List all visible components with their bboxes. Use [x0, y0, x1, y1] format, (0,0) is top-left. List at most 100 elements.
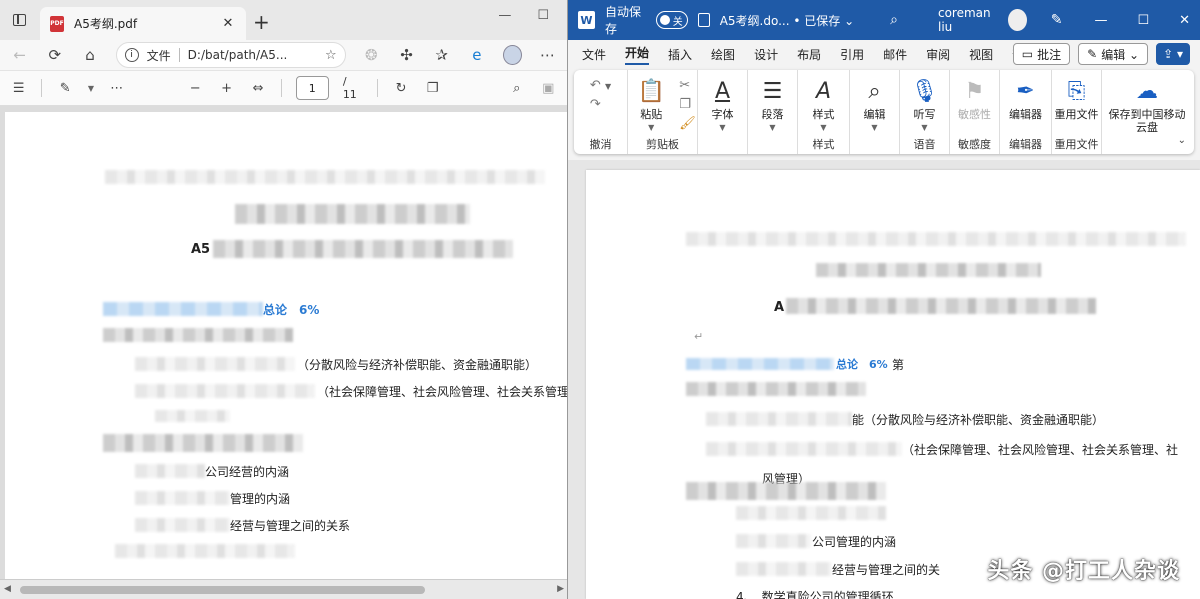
user-avatar[interactable]	[1008, 9, 1027, 31]
maximize-icon[interactable]: ☐	[537, 8, 549, 23]
refresh-icon[interactable]: ⟳	[45, 46, 64, 64]
address-bar[interactable]: i 文件 D:/bat/path/A5... ☆	[115, 42, 346, 68]
format-painter-icon[interactable]: 🖌	[679, 116, 696, 131]
address-url[interactable]: D:/bat/path/A5...	[188, 48, 317, 62]
undo-icon[interactable]: ↶ ▼	[590, 78, 611, 93]
share-button[interactable]: ⇪ ▾	[1156, 43, 1190, 65]
tab-actions-icon[interactable]	[13, 14, 26, 26]
menu-view[interactable]: 视图	[969, 46, 993, 63]
highlight-icon[interactable]: ✎	[56, 81, 73, 96]
menu-draw[interactable]: 绘图	[711, 46, 735, 63]
menu-layout[interactable]: 布局	[797, 46, 821, 63]
return-mark: ↵	[694, 330, 704, 343]
zoom-out-icon[interactable]: −	[186, 81, 203, 96]
maximize-icon[interactable]: ☐	[1137, 13, 1149, 28]
styles-group-label: 样式	[812, 138, 835, 151]
chevron-down-icon: ▼	[769, 123, 776, 132]
ribbon-group-reuse: ⎘ 重用文件 重用文件	[1052, 70, 1102, 154]
blurred-text	[135, 491, 230, 505]
blurred-text	[706, 442, 902, 456]
pdf-viewport[interactable]: A5 总论 6% （分散风险与经济补偿职能、资金融通职能） （社会保障管理、社会…	[0, 106, 567, 599]
home-icon[interactable]: ⌂	[80, 46, 99, 64]
sensitivity-group-label: 敏感度	[958, 138, 991, 151]
back-icon[interactable]: ←	[10, 46, 29, 64]
more-tools-icon[interactable]: ⋯	[108, 81, 125, 96]
word-menubar: 文件 开始 插入 绘图 设计 布局 引用 邮件 审阅 视图 帮助 ▭批注 ✎编辑…	[568, 40, 1200, 68]
pdf-heading-prefix: A5	[191, 242, 211, 257]
editing-mode-button[interactable]: ✎ 编辑 ⌄	[1078, 43, 1149, 65]
ribbon-group-sensitivity: ⚑ 敏感性 敏感度	[950, 70, 1000, 154]
favorites-icon[interactable]: ✰	[432, 46, 451, 64]
contents-icon[interactable]: ☰	[10, 81, 27, 96]
fit-page-icon[interactable]: ⇔	[249, 81, 266, 96]
word-document-area[interactable]: A ↵ 总论 6% 第 能（分散风险与经济补偿职能、资金融通职能） （社会保障管…	[568, 160, 1200, 599]
scroll-left-icon[interactable]: ◀	[4, 584, 11, 594]
save-icon[interactable]	[697, 13, 710, 27]
menu-home[interactable]: 开始	[625, 44, 650, 65]
menu-design[interactable]: 设计	[754, 46, 778, 63]
blurred-text	[686, 482, 886, 500]
favorite-add-icon[interactable]: ☆	[325, 48, 337, 63]
comment-label: 批注	[1037, 47, 1062, 62]
editor-group-label: 编辑器	[1009, 138, 1042, 151]
pdf-line-1: （分散风险与经济补偿职能、资金融通职能）	[297, 358, 538, 372]
new-tab-icon[interactable]: +	[253, 10, 270, 34]
rotate-icon[interactable]: ↻	[392, 81, 409, 96]
chevron-down-icon[interactable]: ▼	[88, 84, 94, 93]
scrollbar-thumb[interactable]	[20, 586, 425, 594]
ribbon-group-clipboard: 📋 粘贴 ▼ ✂ ❐ 🖌 剪贴板	[628, 70, 698, 154]
minimize-icon[interactable]: —	[498, 8, 511, 23]
browser-navbar: ← ⟳ ⌂ i 文件 D:/bat/path/A5... ☆ ❂ ✣ ✰ e ⋯	[0, 40, 567, 70]
horizontal-scrollbar[interactable]: ◀ ▶	[0, 579, 567, 599]
close-icon[interactable]: ✕	[1179, 13, 1190, 28]
autosave-state: 关	[672, 16, 683, 28]
paragraph-button[interactable]: ☰ 段落 ▼	[751, 76, 795, 154]
menu-insert[interactable]: 插入	[668, 46, 692, 63]
pdf-page: A5 总论 6% （分散风险与经济补偿职能、资金融通职能） （社会保障管理、社会…	[5, 112, 567, 599]
share-icon: ⇪ ▾	[1163, 47, 1183, 61]
extension-icon[interactable]: ❂	[362, 46, 381, 64]
font-button[interactable]: A 字体 ▼	[701, 76, 745, 154]
close-tab-icon[interactable]: ✕	[220, 16, 236, 32]
paste-label: 粘贴	[640, 108, 663, 121]
blurred-text	[115, 544, 295, 558]
user-name[interactable]: coreman liu	[938, 6, 998, 34]
word-window-controls: — ☐ ✕	[1094, 13, 1190, 28]
info-icon[interactable]: i	[124, 48, 139, 62]
minimize-icon[interactable]: —	[1094, 13, 1107, 28]
ribbon-group-undo: ↶ ▼ ↷ 撤消	[574, 70, 628, 154]
word-page[interactable]: A ↵ 总论 6% 第 能（分散风险与经济补偿职能、资金融通职能） （社会保障管…	[586, 170, 1200, 599]
edge-icon[interactable]: e	[467, 46, 486, 64]
profile-avatar[interactable]	[502, 45, 522, 65]
paragraph-label: 段落	[761, 108, 784, 121]
redo-icon[interactable]: ↷	[590, 97, 611, 112]
search-icon[interactable]: ⌕	[890, 12, 898, 28]
browser-tab-pdf[interactable]: PDF A5考纲.pdf ✕	[40, 7, 246, 40]
menu-review[interactable]: 审阅	[926, 46, 950, 63]
blurred-text	[103, 328, 293, 342]
editing-button[interactable]: ⌕ 编辑 ▼	[853, 76, 897, 154]
menu-mailings[interactable]: 邮件	[883, 46, 907, 63]
pen-icon[interactable]: ✎	[1051, 12, 1063, 28]
more-icon[interactable]: ⋯	[538, 46, 557, 64]
doc-line-5: 经营与管理之间的关	[832, 563, 941, 577]
menu-references[interactable]: 引用	[840, 46, 864, 63]
blurred-text	[686, 358, 834, 370]
cut-icon[interactable]: ✂	[679, 78, 696, 93]
save-to-cloud-button[interactable]: ☁ 保存到中国移动云盘	[1107, 76, 1187, 154]
menu-file[interactable]: 文件	[582, 46, 606, 63]
copy-icon[interactable]: ❐	[679, 97, 696, 112]
scroll-right-icon[interactable]: ▶	[557, 584, 564, 594]
reuse-group-label: 重用文件	[1054, 138, 1099, 151]
zoom-in-icon[interactable]: +	[218, 81, 235, 96]
ribbon-collapse-icon[interactable]: ⌄	[1178, 135, 1186, 146]
page-view-icon[interactable]: ❐	[424, 81, 441, 96]
search-icon[interactable]: ⌕	[508, 81, 525, 96]
autosave-toggle[interactable]: 关	[655, 11, 688, 29]
save-icon[interactable]: ▣	[540, 81, 557, 96]
document-title[interactable]: A5考纲.do... • 已保存 ⌄	[720, 12, 854, 29]
save-to-cloud-label: 保存到中国移动云盘	[1108, 108, 1186, 134]
extensions-puzzle-icon[interactable]: ✣	[397, 46, 416, 64]
comment-button[interactable]: ▭ 批注	[1012, 43, 1071, 65]
page-number-input[interactable]: 1	[295, 76, 329, 100]
